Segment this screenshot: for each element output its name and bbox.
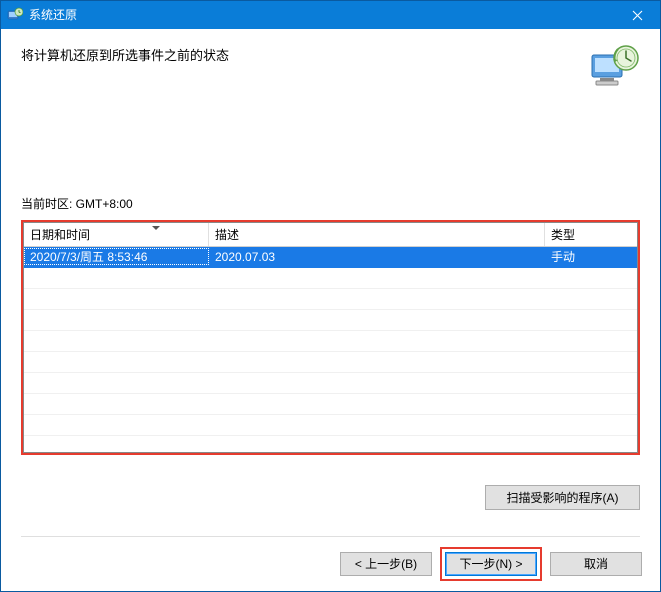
table-body: 2020/7/3/周五 8:53:46 2020.07.03 手动 [24, 247, 637, 452]
titlebar: 系统还原 [1, 1, 660, 29]
timezone-label: 当前时区: GMT+8:00 [21, 195, 640, 212]
table-row[interactable] [24, 268, 637, 289]
restore-icon [590, 43, 640, 91]
wizard-header: 将计算机还原到所选事件之前的状态 [1, 29, 660, 99]
table-row[interactable] [24, 394, 637, 415]
cell-datetime: 2020/7/3/周五 8:53:46 [24, 248, 209, 265]
table-row[interactable] [24, 352, 637, 373]
cell-description: 2020.07.03 [209, 250, 545, 264]
next-button[interactable]: 下一步(N) > [445, 552, 537, 576]
close-button[interactable] [615, 1, 660, 29]
table-header: 日期和时间 描述 类型 [24, 223, 637, 247]
table-row[interactable]: 2020/7/3/周五 8:53:46 2020.07.03 手动 [24, 247, 637, 268]
cell-type: 手动 [545, 248, 637, 265]
table-row[interactable] [24, 289, 637, 310]
table-row[interactable] [24, 415, 637, 436]
wizard-footer: < 上一步(B) 下一步(N) > 取消 [1, 537, 660, 591]
table-row[interactable] [24, 310, 637, 331]
table-row[interactable] [24, 331, 637, 352]
column-header-datetime[interactable]: 日期和时间 [24, 223, 209, 246]
sort-desc-icon [152, 226, 160, 230]
scan-row: 扫描受影响的程序(A) [21, 485, 640, 510]
system-restore-window: 系统还原 将计算机还原到所选事件之前的状态 当前时区: GMT+8:0 [0, 0, 661, 592]
column-header-description[interactable]: 描述 [209, 223, 545, 246]
app-icon [7, 7, 23, 23]
column-header-type[interactable]: 类型 [545, 223, 637, 246]
restore-points-highlight: 日期和时间 描述 类型 2020/7/3/周五 8:53:46 2020.07.… [21, 220, 640, 455]
restore-points-table[interactable]: 日期和时间 描述 类型 2020/7/3/周五 8:53:46 2020.07.… [23, 222, 638, 453]
back-button[interactable]: < 上一步(B) [340, 552, 432, 576]
cancel-button[interactable]: 取消 [550, 552, 642, 576]
table-row[interactable] [24, 373, 637, 394]
wizard-subtitle: 将计算机还原到所选事件之前的状态 [21, 43, 590, 64]
wizard-content: 当前时区: GMT+8:00 日期和时间 描述 类型 2020/7/3/周五 8… [1, 99, 660, 537]
scan-affected-programs-button[interactable]: 扫描受影响的程序(A) [485, 485, 640, 510]
window-title: 系统还原 [29, 6, 77, 23]
next-button-highlight: 下一步(N) > [440, 547, 542, 581]
